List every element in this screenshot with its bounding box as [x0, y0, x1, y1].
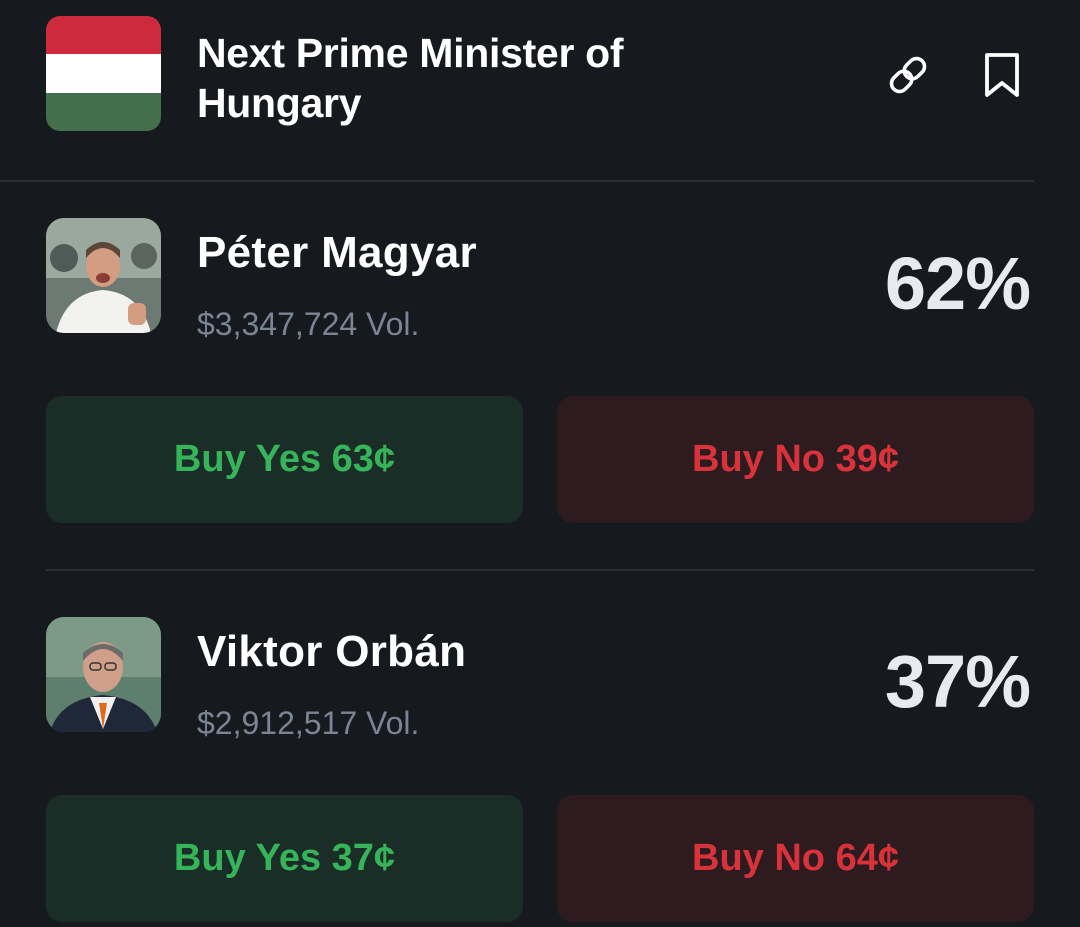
candidate-percent: 37% — [884, 640, 1031, 723]
hungary-flag-icon — [46, 16, 161, 131]
candidate-volume: $3,347,724 Vol. — [197, 306, 420, 342]
header-divider — [0, 180, 1034, 182]
candidate-name: Viktor Orbán — [197, 627, 467, 676]
copy-link-button[interactable] — [883, 50, 933, 100]
link-icon — [889, 56, 927, 94]
row-divider — [46, 569, 1034, 571]
bookmark-button[interactable] — [977, 50, 1027, 100]
bookmark-icon — [985, 53, 1019, 97]
avatar — [46, 617, 161, 732]
avatar — [46, 218, 161, 333]
market-title: Next Prime Minister of Hungary — [197, 30, 624, 126]
candidate-percent: 62% — [884, 242, 1031, 325]
buy-no-button[interactable]: Buy No 64¢ — [557, 795, 1034, 922]
candidate-volume: $2,912,517 Vol. — [197, 705, 420, 741]
buy-yes-button[interactable]: Buy Yes 37¢ — [46, 795, 523, 922]
buy-yes-button[interactable]: Buy Yes 63¢ — [46, 396, 523, 523]
market-header: Next Prime Minister of Hungary — [0, 0, 1080, 182]
buy-no-button[interactable]: Buy No 39¢ — [557, 396, 1034, 523]
candidate-name: Péter Magyar — [197, 228, 477, 277]
